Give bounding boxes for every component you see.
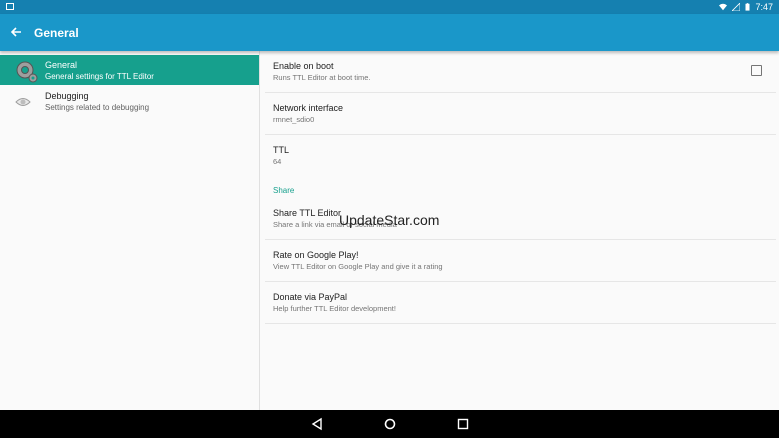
pref-title: TTL	[273, 145, 290, 155]
sidebar: General General settings for TTL Editor …	[0, 51, 260, 410]
pref-title: Enable on boot	[273, 61, 334, 71]
wifi-icon	[719, 3, 728, 11]
notification-icon	[6, 3, 14, 10]
status-bar: 7:47	[0, 0, 779, 14]
sidebar-item-subtitle: Settings related to debugging	[45, 103, 150, 112]
sidebar-item-debugging[interactable]: Debugging Settings related to debugging	[0, 86, 259, 116]
status-icons: 7:47	[719, 1, 773, 13]
page-title: General	[34, 26, 79, 40]
sidebar-item-title: General	[45, 60, 78, 70]
home-circle-icon[interactable]	[383, 417, 397, 431]
back-triangle-icon[interactable]	[310, 417, 324, 431]
watermark: UpdateStar.com	[339, 212, 440, 228]
pref-summary: View TTL Editor on Google Play and give …	[273, 262, 443, 271]
back-arrow-icon[interactable]	[9, 25, 23, 39]
pref-title: Share TTL Editor	[273, 208, 342, 218]
eye-icon	[15, 98, 31, 106]
pref-summary: 64	[273, 157, 282, 166]
sidebar-item-subtitle: General settings for TTL Editor	[45, 72, 154, 81]
navigation-bar	[0, 410, 779, 438]
pref-title: Donate via PayPal	[273, 292, 348, 302]
signal-icon	[732, 3, 741, 11]
pref-network-interface[interactable]: Network interface rmnet_sdio0	[265, 93, 776, 135]
pref-summary: rmnet_sdio0	[273, 115, 315, 124]
category-share: Share	[273, 186, 295, 195]
pref-enable-on-boot[interactable]: Enable on boot Runs TTL Editor at boot t…	[265, 51, 776, 93]
battery-icon	[745, 3, 750, 11]
status-time: 7:47	[755, 2, 773, 12]
pref-rate[interactable]: Rate on Google Play! View TTL Editor on …	[265, 240, 776, 282]
gear-icon	[16, 61, 38, 83]
sidebar-item-general[interactable]: General General settings for TTL Editor	[0, 55, 259, 85]
enable-on-boot-checkbox[interactable]	[751, 65, 762, 76]
pref-title: Network interface	[273, 103, 344, 113]
pref-summary: Runs TTL Editor at boot time.	[273, 73, 371, 82]
pref-summary: Help further TTL Editor development!	[273, 304, 396, 313]
pref-ttl[interactable]: TTL 64	[265, 135, 776, 177]
app-bar: General	[0, 14, 779, 51]
pref-donate[interactable]: Donate via PayPal Help further TTL Edito…	[265, 282, 776, 324]
recents-square-icon[interactable]	[456, 417, 470, 431]
pref-title: Rate on Google Play!	[273, 250, 359, 260]
preferences-panel: Enable on boot Runs TTL Editor at boot t…	[260, 51, 779, 410]
sidebar-item-title: Debugging	[45, 91, 89, 101]
